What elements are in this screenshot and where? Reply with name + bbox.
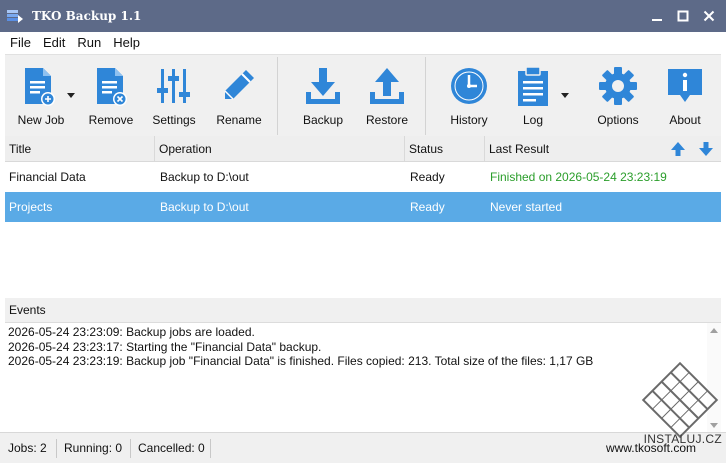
restore-button[interactable]: Restore (359, 55, 415, 137)
move-down-arrow-icon[interactable] (698, 141, 714, 157)
scroll-up-arrow-icon[interactable] (710, 328, 718, 333)
cell-last-result: Never started (490, 200, 563, 214)
column-header-title[interactable]: Title (5, 136, 155, 162)
cell-status: Ready (410, 200, 445, 214)
window-title: TKO Backup 1.1 (32, 9, 142, 23)
status-divider (210, 439, 211, 458)
close-button[interactable] (696, 3, 722, 29)
title-bar: TKO Backup 1.1 (0, 0, 726, 32)
new-job-dropdown-arrow-icon[interactable] (67, 93, 75, 98)
new-document-icon (25, 68, 55, 106)
cell-operation: Backup to D:\out (160, 170, 249, 184)
jobs-table: Title Operation Status Last Result Finan… (5, 136, 721, 296)
download-icon (306, 68, 340, 104)
table-header: Title Operation Status Last Result (5, 136, 721, 162)
column-header-status[interactable]: Status (405, 136, 485, 162)
clock-icon (451, 68, 487, 104)
options-button[interactable]: Options (589, 55, 647, 137)
settings-label: Settings (152, 113, 196, 127)
status-running: Running: 0 (64, 441, 123, 455)
settings-button[interactable]: Settings (145, 55, 203, 137)
event-line: 2026-05-24 23:23:17: Starting the "Finan… (8, 340, 322, 354)
menu-run[interactable]: Run (71, 35, 107, 50)
remove-label: Remove (88, 113, 134, 127)
gear-icon (599, 67, 637, 105)
table-row[interactable]: Financial Data Backup to D:\out Ready Fi… (5, 162, 721, 192)
menu-edit[interactable]: Edit (37, 35, 71, 50)
cell-operation: Backup to D:\out (160, 200, 249, 214)
remove-document-icon (97, 68, 127, 106)
minimize-button[interactable] (644, 3, 670, 29)
toolbar: New Job Remove Settings Rename Backup Re… (5, 54, 721, 136)
about-label: About (669, 113, 701, 127)
column-header-operation[interactable]: Operation (155, 136, 405, 162)
backup-button[interactable]: Backup (295, 55, 351, 137)
minimize-icon (652, 19, 662, 21)
table-row-selected[interactable]: Projects Backup to D:\out Ready Never st… (5, 192, 721, 222)
maximize-button[interactable] (670, 3, 696, 29)
status-cancelled: Cancelled: 0 (138, 441, 205, 455)
menu-bar: File Edit Run Help (0, 32, 726, 53)
rename-label: Rename (216, 113, 262, 127)
menu-help[interactable]: Help (107, 35, 146, 50)
log-dropdown-arrow-icon[interactable] (561, 93, 569, 98)
rename-button[interactable]: Rename (211, 55, 267, 137)
watermark-text: INSTALUJ.CZ (643, 432, 722, 446)
remove-button[interactable]: Remove (85, 55, 137, 137)
cell-last-result: Finished on 2026-05-24 23:23:19 (490, 170, 667, 184)
toolbar-separator (277, 57, 278, 135)
event-line: 2026-05-24 23:23:19: Backup job "Financi… (8, 354, 594, 368)
move-up-arrow-icon[interactable] (670, 141, 686, 157)
maximize-icon (677, 10, 689, 22)
events-log[interactable]: 2026-05-24 23:23:09: Backup jobs are loa… (5, 322, 721, 433)
upload-icon (370, 68, 404, 104)
sliders-icon (157, 69, 190, 103)
log-label: Log (522, 113, 544, 127)
history-label: History (450, 113, 488, 127)
cell-status: Ready (410, 170, 445, 184)
backup-label: Backup (302, 113, 344, 127)
log-button[interactable]: Log (505, 55, 561, 137)
clipboard-icon (518, 66, 548, 106)
cell-title: Projects (9, 200, 53, 214)
close-icon (703, 10, 715, 22)
about-button[interactable]: About (657, 55, 713, 137)
new-job-button[interactable]: New Job (13, 55, 69, 137)
new-job-label: New Job (17, 113, 65, 127)
status-jobs: Jobs: 2 (8, 441, 47, 455)
toolbar-separator (425, 57, 426, 135)
options-label: Options (597, 113, 639, 127)
info-speech-bubble-icon (668, 69, 702, 102)
menu-file[interactable]: File (4, 35, 37, 50)
events-header: Events (5, 298, 721, 322)
event-line: 2026-05-24 23:23:09: Backup jobs are loa… (8, 325, 255, 339)
history-button[interactable]: History (441, 55, 497, 137)
pencil-icon (224, 70, 254, 100)
app-icon (7, 10, 23, 23)
cell-title: Financial Data (9, 170, 86, 184)
restore-label: Restore (365, 113, 409, 127)
